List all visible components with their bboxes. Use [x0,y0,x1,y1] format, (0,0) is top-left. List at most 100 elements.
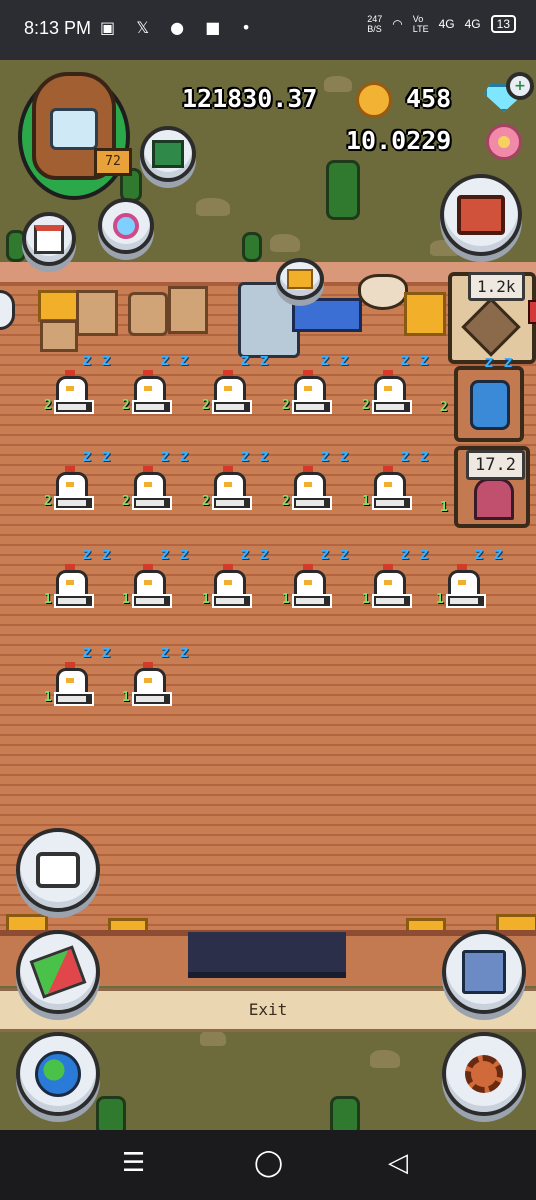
chicken-progress-bar [54,400,94,414]
chicken[interactable]: 2 [44,466,94,514]
chicken[interactable]: 2 [44,370,94,418]
signal-label-1: 4G [438,17,455,31]
potion-bottle-icon [470,380,510,430]
switch-farm-button[interactable] [16,930,100,1014]
chicken[interactable]: 1 [202,564,252,612]
magnifier-icon [113,213,139,239]
chicken-progress-bar [212,400,252,414]
chicken-progress-bar [372,496,412,510]
chicken-level: 1 [362,592,370,607]
cactus [326,160,360,220]
book-clock-icon [152,140,184,168]
shop-button[interactable] [440,174,522,256]
chicken-level: 1 [362,494,370,509]
chicken-progress-bar [292,496,332,510]
sleep-zz: z z [82,544,111,563]
chicken-progress-bar [292,400,332,414]
save-button[interactable] [442,930,526,1014]
back-button[interactable]: ◁ [388,1148,408,1178]
chicken[interactable]: 2 [122,466,172,514]
chicken-comb [303,564,313,570]
chicken[interactable]: 1 [362,564,412,612]
partial-chicken-level: 2 [440,400,448,415]
chicken-beak [144,580,152,585]
barn-door[interactable] [188,932,346,978]
sleep-zz: z z [240,544,269,563]
chicken-comb [65,662,75,668]
chicken-comb [143,564,153,570]
chicken[interactable]: 2 [282,370,332,418]
chicken-beak [304,580,312,585]
quest-book-button[interactable] [140,126,196,182]
chicken[interactable]: 1 [436,564,486,612]
chicken-level: 2 [362,398,370,413]
avatar-face-icon [50,108,98,150]
chicken[interactable]: 1 [44,564,94,612]
chicken-progress-bar [446,594,486,608]
flower-count: 10.0229 [346,126,452,155]
sleep-zz: z z [320,350,349,369]
world-map-button[interactable] [16,1032,100,1116]
sleep-zz: z z [82,642,111,661]
chicken-beak [144,386,152,391]
calendar-icon [34,224,64,254]
chicken-beak [304,386,312,391]
chicken-progress-bar [292,594,332,608]
potion-slot[interactable] [454,366,524,442]
chicken-beak [384,386,392,391]
bull-skull-decor [358,274,408,310]
chicken[interactable]: 2 [122,370,172,418]
chicken-level: 1 [122,690,130,705]
hay-bubble[interactable] [276,258,324,300]
chicken-progress-bar [212,496,252,510]
home-button[interactable]: ◯ [254,1148,283,1178]
chicken-progress-bar [132,400,172,414]
chicken[interactable]: 1 [122,564,172,612]
chicken[interactable]: 1 [282,564,332,612]
chicken-level: 1 [44,592,52,607]
rock [270,234,300,252]
chat-button[interactable] [16,828,100,912]
settings-button[interactable] [442,1032,526,1116]
chicken[interactable]: 2 [202,466,252,514]
calendar-button[interactable] [22,212,76,266]
swap-arrows-icon [29,945,87,999]
chicken[interactable]: 2 [362,370,412,418]
chicken-beak [66,482,74,487]
sleep-zz: z z [240,350,269,369]
chicken-progress-bar [132,496,172,510]
sleep-zz: z z [160,544,189,563]
chicken-level: 2 [122,398,130,413]
player-level-badge: 72 [94,148,132,176]
sleep-zz: z z [320,544,349,563]
feeding-trough[interactable] [292,298,362,332]
chicken-progress-bar [372,594,412,608]
chicken-comb [383,564,393,570]
chicken[interactable]: 1 [362,466,412,514]
chicken-level: 2 [44,398,52,413]
chicken[interactable]: 2 [282,466,332,514]
chicken-progress-bar [372,400,412,414]
chicken[interactable]: 1 [122,662,172,710]
cactus [242,232,262,262]
search-button[interactable] [98,198,154,254]
chicken-beak [144,678,152,683]
sleep-zz: z z [400,350,429,369]
volte-label: Vo LTE [412,14,429,34]
chicken-comb [65,370,75,376]
floppy-disk-icon [462,950,506,994]
sleep-zz: z z [484,352,513,371]
notification-icons: ▣ 𝕏 ● ■ • [100,18,259,37]
mailbox-icon [474,478,514,520]
chicken-comb [383,370,393,376]
sleep-zz: z z [400,446,429,465]
chicken[interactable]: 2 [202,370,252,418]
rock [370,1050,400,1068]
add-gems-button[interactable]: + [506,72,534,100]
chicken-comb [65,564,75,570]
feed-crate[interactable] [40,320,78,352]
wifi-icon: ◠ [392,17,403,31]
chicken[interactable]: 1 [44,662,94,710]
chicken-beak [144,482,152,487]
recent-apps-button[interactable]: ☰ [122,1148,145,1178]
